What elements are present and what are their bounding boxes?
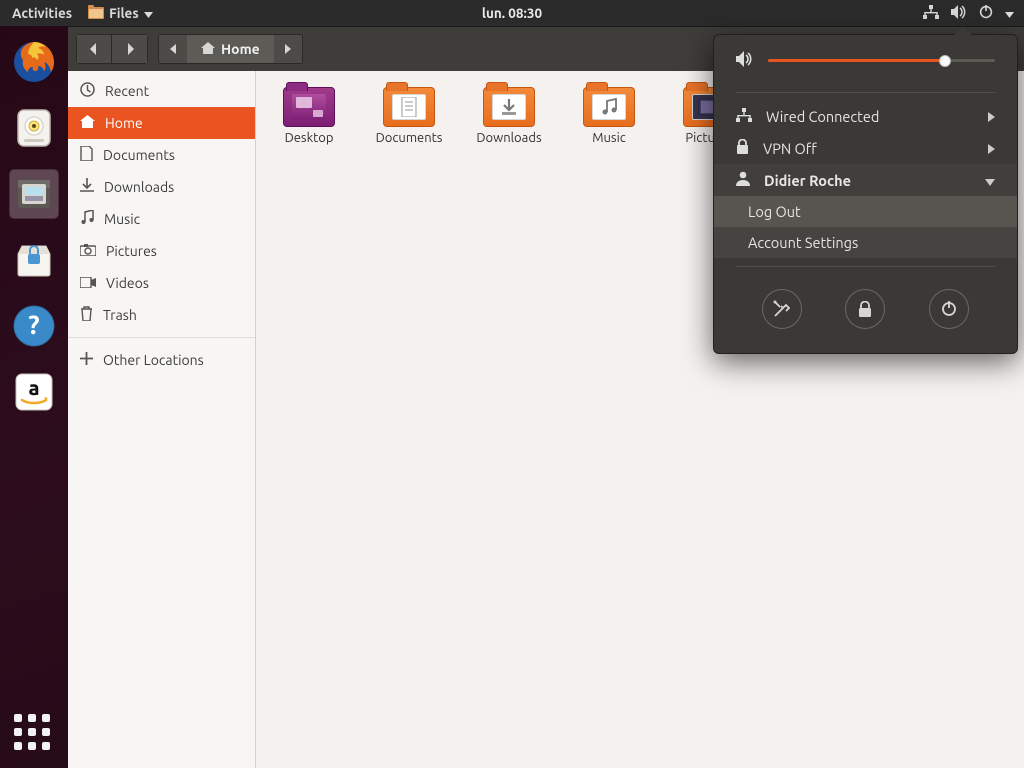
- volume-icon: [736, 51, 754, 70]
- menu-user-label: Didier Roche: [764, 172, 851, 189]
- menu-separator: [736, 92, 995, 93]
- home-icon: [201, 41, 215, 57]
- power-icon: [979, 5, 993, 22]
- sidebar-item-other-locations[interactable]: Other Locations: [68, 344, 255, 376]
- volume-icon: [951, 5, 967, 22]
- clock[interactable]: lun. 08:30: [482, 5, 542, 21]
- file-label: Desktop: [285, 131, 334, 145]
- menu-account-label: Account Settings: [748, 234, 858, 251]
- volume-row: [714, 47, 1017, 84]
- sidebar-item-label: Downloads: [104, 179, 174, 195]
- file-label: Documents: [376, 131, 443, 145]
- menu-separator: [736, 266, 995, 267]
- menu-account-settings[interactable]: Account Settings: [714, 227, 1017, 258]
- activities-button[interactable]: Activities: [12, 5, 72, 21]
- menu-logout-label: Log Out: [748, 203, 801, 220]
- trash-icon: [80, 306, 93, 324]
- path-bar: Home: [158, 34, 303, 64]
- sidebar-item-home[interactable]: Home: [68, 107, 255, 139]
- sidebar-item-label: Home: [105, 115, 143, 131]
- menu-user[interactable]: Didier Roche: [714, 164, 1017, 196]
- sidebar-item-label: Recent: [105, 83, 149, 99]
- file-music[interactable]: Music: [574, 87, 644, 145]
- lock-button[interactable]: [845, 289, 885, 329]
- dock-rhythmbox[interactable]: [10, 104, 58, 152]
- document-icon: [80, 146, 93, 164]
- lock-icon: [736, 139, 749, 157]
- sidebar-item-label: Documents: [103, 147, 175, 163]
- chevron-down-icon: [985, 172, 995, 189]
- menu-vpn-label: VPN Off: [763, 140, 817, 157]
- app-menu-label: Files: [109, 5, 139, 21]
- sidebar-item-downloads[interactable]: Downloads: [68, 171, 255, 203]
- sidebar-item-music[interactable]: Music: [68, 203, 255, 235]
- home-icon: [80, 115, 95, 131]
- menu-actions: [714, 275, 1017, 329]
- music-icon: [80, 210, 94, 228]
- download-icon: [80, 178, 94, 196]
- menu-vpn[interactable]: VPN Off: [714, 132, 1017, 164]
- svg-text:a: a: [28, 376, 39, 399]
- file-label: Music: [592, 131, 626, 145]
- app-menu-chevron-icon: [144, 5, 153, 21]
- app-menu[interactable]: Files: [88, 5, 153, 22]
- chevron-right-icon: [988, 140, 995, 157]
- video-icon: [80, 275, 96, 291]
- path-segment-label: Home: [221, 41, 260, 57]
- menu-network[interactable]: Wired Connected: [714, 101, 1017, 132]
- sidebar-item-label: Other Locations: [103, 352, 204, 368]
- forward-button[interactable]: [112, 34, 148, 64]
- sidebar-item-trash[interactable]: Trash: [68, 299, 255, 331]
- path-next-button[interactable]: [274, 35, 302, 63]
- camera-icon: [80, 243, 96, 259]
- back-button[interactable]: [76, 34, 112, 64]
- sidebar-item-videos[interactable]: Videos: [68, 267, 255, 299]
- activities-label: Activities: [12, 5, 72, 21]
- sidebar-item-label: Pictures: [106, 243, 157, 259]
- volume-slider[interactable]: [768, 59, 995, 62]
- file-desktop[interactable]: Desktop: [274, 87, 344, 145]
- system-menu: Wired Connected VPN Off Didier Roche Log…: [713, 34, 1018, 354]
- sidebar: Recent Home Documents Downloads Music Pi…: [68, 71, 256, 768]
- sidebar-item-pictures[interactable]: Pictures: [68, 235, 255, 267]
- power-button[interactable]: [929, 289, 969, 329]
- dock: ? a: [0, 26, 68, 768]
- dock-files[interactable]: [10, 170, 58, 218]
- sidebar-item-recent[interactable]: Recent: [68, 75, 255, 107]
- system-indicators[interactable]: [923, 5, 1014, 22]
- person-icon: [736, 171, 750, 189]
- sidebar-item-label: Videos: [106, 275, 149, 291]
- menu-logout[interactable]: Log Out: [714, 196, 1017, 227]
- chevron-down-icon: [1005, 5, 1014, 21]
- plus-icon: [80, 352, 93, 368]
- sidebar-item-label: Trash: [103, 307, 137, 323]
- dock-help[interactable]: ?: [10, 302, 58, 350]
- top-panel: Activities Files lun. 08:30: [0, 0, 1024, 26]
- dock-amazon[interactable]: a: [10, 368, 58, 416]
- svg-text:?: ?: [28, 310, 39, 339]
- sidebar-item-label: Music: [104, 211, 140, 227]
- network-icon: [736, 108, 752, 125]
- files-app-icon: [88, 5, 104, 22]
- chevron-right-icon: [988, 108, 995, 125]
- network-icon: [923, 5, 939, 22]
- show-applications[interactable]: [14, 714, 54, 754]
- dock-software[interactable]: [10, 236, 58, 284]
- file-documents[interactable]: Documents: [374, 87, 444, 145]
- path-segment-home[interactable]: Home: [187, 35, 274, 63]
- sidebar-item-documents[interactable]: Documents: [68, 139, 255, 171]
- dock-firefox[interactable]: [10, 38, 58, 86]
- file-downloads[interactable]: Downloads: [474, 87, 544, 145]
- clock-icon: [80, 82, 95, 100]
- path-prev-button[interactable]: [159, 35, 187, 63]
- sidebar-separator: [68, 337, 255, 338]
- settings-button[interactable]: [762, 289, 802, 329]
- menu-network-label: Wired Connected: [766, 108, 879, 125]
- file-label: Downloads: [476, 131, 541, 145]
